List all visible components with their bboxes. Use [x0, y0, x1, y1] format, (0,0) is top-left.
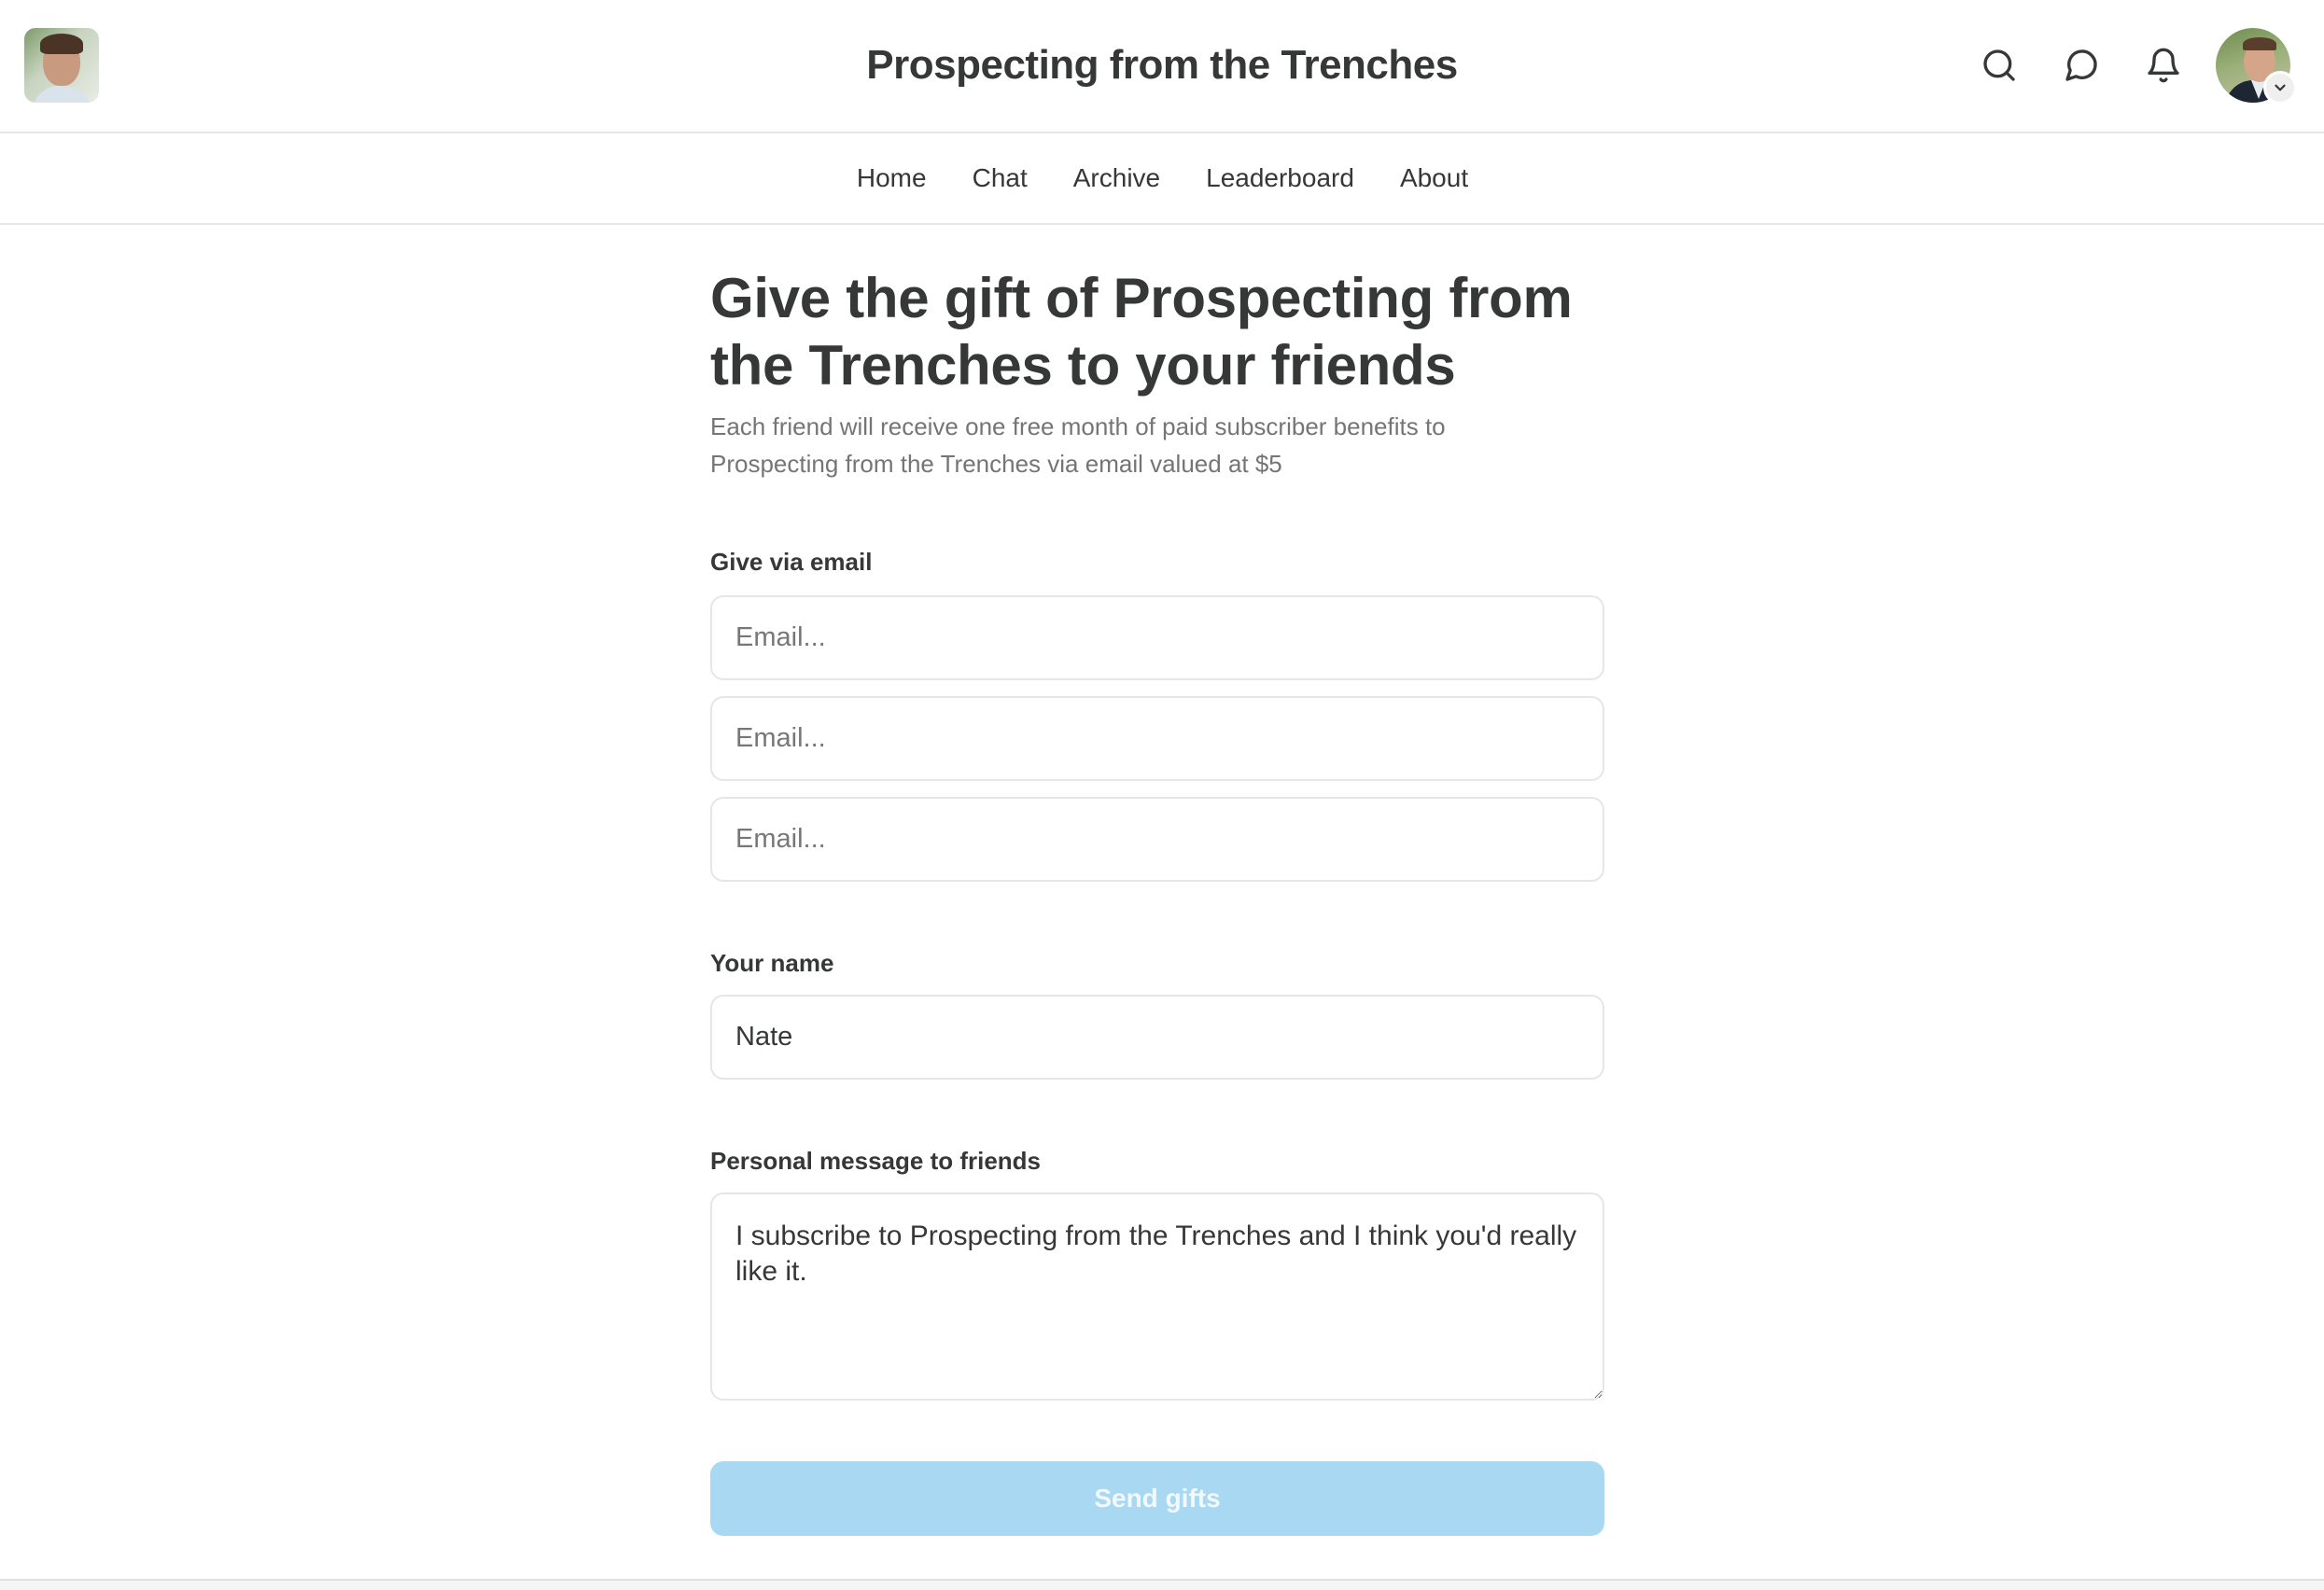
bell-icon — [2148, 48, 2179, 83]
give-via-email-label: Give via email — [710, 548, 873, 576]
main-nav: Home Chat Archive Leaderboard About — [0, 133, 2324, 225]
search-button[interactable] — [1980, 46, 2019, 85]
email-field-2[interactable] — [710, 696, 1604, 781]
site-title[interactable]: Prospecting from the Trenches — [0, 37, 2324, 93]
email-field-1[interactable] — [710, 595, 1604, 680]
page-subtitle: Each friend will receive one free month … — [710, 412, 1446, 478]
chat-bubble-icon — [2065, 49, 2097, 81]
name-field[interactable] — [710, 995, 1604, 1080]
notifications-button[interactable] — [2144, 46, 2183, 85]
nav-item-home[interactable]: Home — [856, 162, 927, 194]
nav-item-chat[interactable]: Chat — [972, 162, 1028, 194]
site-header: Prospecting from the Trenches — [0, 0, 2324, 133]
chat-button[interactable] — [2062, 46, 2101, 85]
account-menu-toggle[interactable] — [2263, 71, 2297, 105]
nav-item-archive[interactable]: Archive — [1072, 162, 1160, 194]
personal-message-label: Personal message to friends — [710, 1147, 1042, 1175]
personal-message-field[interactable]: I subscribe to Prospecting from the Tren… — [710, 1192, 1604, 1401]
nav-item-leaderboard[interactable]: Leaderboard — [1205, 162, 1354, 194]
nav-item-about[interactable]: About — [1399, 162, 1468, 194]
page-footer — [0, 1579, 2324, 1590]
chevron-down-icon — [2275, 84, 2286, 91]
your-name-label: Your name — [710, 949, 834, 977]
email-field-3[interactable] — [710, 797, 1604, 882]
send-gifts-button[interactable]: Send gifts — [710, 1461, 1604, 1536]
search-icon — [1983, 49, 2015, 81]
page-heading: Give the gift of Prospecting from the Tr… — [710, 267, 1573, 397]
avatar-photo-hair — [2243, 37, 2276, 50]
